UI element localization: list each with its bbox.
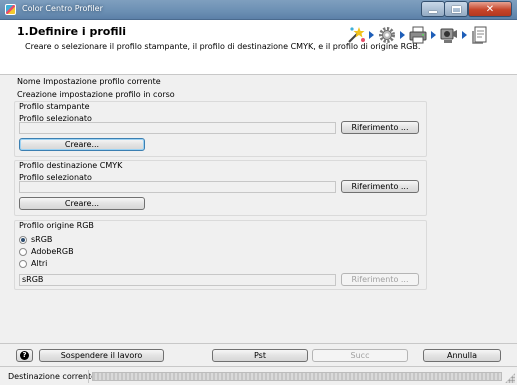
next-button[interactable]: Succ (312, 349, 408, 362)
eye-icon (440, 28, 457, 43)
wizard-header: 1.Definire i profili Creare o selezionar… (0, 20, 517, 75)
minimize-button[interactable] (421, 1, 445, 17)
step-indicator (346, 21, 490, 49)
printer-browse-button[interactable]: Riferimento ... (341, 121, 419, 134)
printer-create-button[interactable]: Creare... (19, 138, 145, 151)
cmyk-profile-field (19, 181, 336, 193)
footer-separator (0, 343, 517, 344)
rgb-profile-title: Profilo origine RGB (19, 221, 94, 230)
radio-srgb[interactable] (19, 236, 27, 244)
status-text: Destinazione corrente (8, 372, 97, 381)
rgb-profile-field: sRGB (19, 274, 336, 286)
printer-icon (409, 26, 427, 44)
cmyk-profile-title: Profilo destinazione CMYK (19, 161, 123, 170)
status-divider (88, 370, 89, 383)
printer-profile-field (19, 122, 336, 134)
radio-srgb-label: sRGB (31, 235, 53, 244)
step-arrow-icon (369, 31, 374, 39)
window-title: Color Centro Profiler (22, 4, 103, 13)
status-bar: Destinazione corrente (0, 366, 517, 385)
cmyk-browse-button[interactable]: Riferimento ... (341, 180, 419, 193)
title-bar: Color Centro Profiler ✕ (0, 0, 517, 20)
help-button[interactable]: ? (16, 349, 33, 362)
radio-adobergb[interactable] (19, 248, 27, 256)
suspend-job-button[interactable]: Sospendere il lavoro (39, 349, 164, 362)
radio-altri[interactable] (19, 260, 27, 268)
setting-status-text: Creazione impostazione profilo in corso (17, 90, 175, 99)
wand-icon (348, 27, 365, 43)
back-button[interactable]: Pst (212, 349, 308, 362)
step-arrow-icon (400, 31, 405, 39)
close-icon: ✕ (485, 3, 495, 15)
app-logo-icon (5, 4, 16, 15)
maximize-icon (451, 5, 461, 13)
help-icon: ? (20, 351, 29, 360)
printer-profile-title: Profilo stampante (19, 102, 90, 111)
radio-adobergb-label: AdobeRGB (31, 247, 74, 256)
setting-name-label: Nome Impostazione profilo corrente (17, 77, 161, 86)
progress-fill (93, 373, 501, 380)
radio-altri-label: Altri (31, 259, 48, 268)
progress-bar (92, 372, 502, 381)
rgb-browse-button[interactable]: Riferimento ... (341, 273, 419, 286)
document-icon (472, 26, 487, 44)
cmyk-create-button[interactable]: Creare... (19, 197, 145, 210)
cancel-button[interactable]: Annulla (423, 349, 501, 362)
close-button[interactable]: ✕ (468, 1, 512, 17)
step-title: 1.Definire i profili (17, 25, 127, 38)
gear-icon (379, 27, 395, 43)
minimize-icon (429, 10, 437, 13)
step-arrow-icon (462, 31, 467, 39)
step-arrow-icon (431, 31, 436, 39)
maximize-button[interactable] (444, 1, 468, 17)
